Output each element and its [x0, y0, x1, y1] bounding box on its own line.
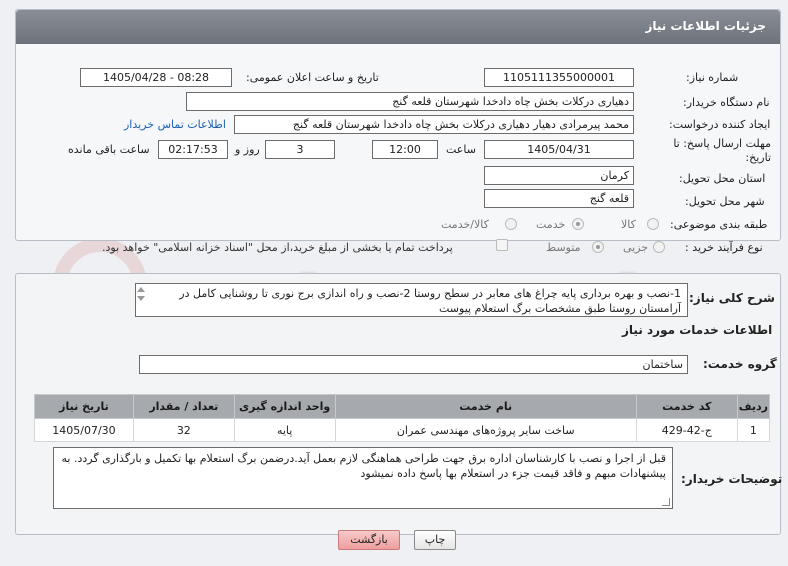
col-quantity: تعداد / مقدار [132, 394, 235, 419]
category-radio-goods-service[interactable] [505, 218, 517, 230]
cell-need-date: 1405/07/30 [34, 418, 134, 442]
announce-field[interactable]: 1405/04/28 - 08:28 [80, 68, 232, 87]
announce-label: تاریخ و ساعت اعلان عمومی: [246, 71, 379, 84]
city-field[interactable]: قلعه گنج [484, 189, 634, 208]
remaining-time-field[interactable]: 02:17:53 [158, 140, 228, 159]
deadline-time-label: ساعت [446, 143, 476, 156]
need-number-field[interactable]: 1105111355000001 [484, 68, 634, 87]
col-unit: واحد اندازه گیری [233, 394, 336, 419]
remaining-time-label: ساعت باقی مانده [68, 143, 150, 156]
deadline-date-field[interactable]: 1405/04/31 [484, 140, 634, 159]
days-remaining-field[interactable]: 3 [265, 140, 335, 159]
summary-textarea[interactable]: 1-نصب و بهره برداری پایه چراغ های معابر … [135, 283, 688, 317]
panel-header: جزئیات اطلاعات نیاز [16, 10, 780, 44]
services-table: تاریخ نیاز تعداد / مقدار واحد اندازه گیر… [34, 394, 771, 442]
category-radio-service[interactable] [572, 218, 584, 230]
process-option-minor: جزیی [623, 241, 649, 254]
cell-service-name: ساخت سایر پروژه‌های مهندسی عمران [334, 418, 637, 442]
city-label: شهر محل تحویل: [685, 195, 765, 208]
print-button[interactable]: چاپ [414, 530, 456, 550]
process-radio-minor[interactable] [653, 241, 665, 253]
need-number-label: شماره نیاز: [686, 71, 739, 84]
services-section-title: اطلاعات خدمات مورد نیاز [622, 323, 773, 337]
col-service-code: کد خدمت [635, 394, 738, 419]
buyer-notes-text: قبل از اجرا و نصب با کارشناسان اداره برق… [61, 452, 666, 480]
scroll-arrows-icon[interactable] [136, 285, 146, 303]
process-radio-medium[interactable] [592, 241, 604, 253]
col-row: ردیف [736, 394, 771, 419]
deadline-label: مهلت ارسال پاسخ: تا تاریخ: [673, 137, 771, 164]
process-option-medium: متوسط [546, 241, 581, 254]
resize-handle-icon[interactable] [662, 498, 670, 506]
category-radio-goods[interactable] [647, 218, 659, 230]
service-group-field[interactable]: ساختمان [139, 355, 688, 374]
summary-label: شرح کلی نیاز: [689, 291, 775, 305]
category-option-goods-service: کالا/خدمت [441, 218, 489, 231]
table-row[interactable]: 1405/07/30 32 پایه ساخت سایر پروژه‌های م… [34, 418, 771, 442]
treasury-payment-checkbox[interactable] [496, 239, 508, 251]
province-label: استان محل تحویل: [679, 172, 766, 185]
cell-row: 1 [736, 418, 771, 442]
cell-unit: پایه [233, 418, 336, 442]
buyer-org-label: نام دستگاه خریدار: [683, 96, 770, 109]
creator-label: ایجاد کننده درخواست: [669, 118, 771, 131]
cell-service-code: ج-42-429 [635, 418, 738, 442]
category-label: طبقه بندی موضوعی: [670, 218, 768, 231]
service-group-label: گروه خدمت: [703, 357, 777, 371]
table-header-row: تاریخ نیاز تعداد / مقدار واحد اندازه گیر… [34, 394, 771, 419]
cell-quantity: 32 [132, 418, 235, 442]
deadline-time-field[interactable]: 12:00 [372, 140, 438, 159]
col-need-date: تاریخ نیاز [34, 394, 134, 419]
category-option-service: خدمت [536, 218, 566, 231]
buyer-org-field[interactable]: دهیاری درکلات بخش چاه دادخدا شهرستان قلع… [186, 92, 634, 111]
buyer-notes-label: توضیحات خریدار: [681, 472, 783, 486]
col-service-name: نام خدمت [334, 394, 637, 419]
process-label: نوع فرآیند خرید : [685, 241, 763, 254]
buyer-contact-link[interactable]: اطلاعات تماس خریدار [124, 118, 226, 131]
days-label: روز و [235, 143, 260, 156]
treasury-payment-note: پرداخت تمام یا بخشی از مبلغ خرید،از محل … [102, 241, 453, 254]
category-option-goods: کالا [621, 218, 636, 231]
buyer-notes-textarea[interactable]: قبل از اجرا و نصب با کارشناسان اداره برق… [53, 447, 673, 509]
creator-field[interactable]: محمد پیرمرادی دهیار دهیاری درکلات بخش چا… [234, 115, 634, 134]
province-field[interactable]: کرمان [484, 166, 634, 185]
back-button[interactable]: بازگشت [338, 530, 400, 550]
panel-title: جزئیات اطلاعات نیاز [645, 19, 766, 33]
